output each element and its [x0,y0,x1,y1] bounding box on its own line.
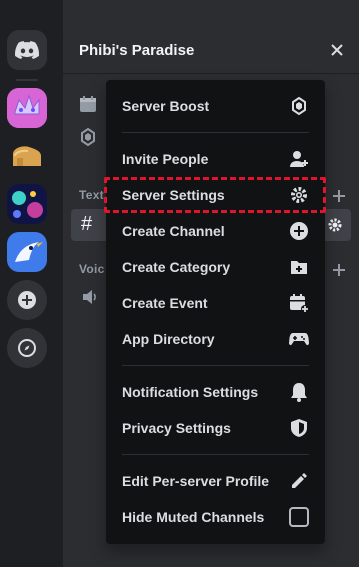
menu-item-notification-settings[interactable]: Notification Settings [114,376,317,408]
menu-separator [122,454,309,455]
server-header[interactable]: Phibi's Paradise [63,28,359,74]
server-icon-bird[interactable] [7,232,47,272]
menu-item-edit-per-server-profile[interactable]: Edit Per-server Profile [114,465,317,497]
menu-item-label: Edit Per-server Profile [122,473,270,489]
menu-item-label: Invite People [122,151,209,167]
boost-gem-icon [289,96,309,116]
menu-item-label: Privacy Settings [122,420,231,436]
shield-icon [289,418,309,438]
crown-server-image [7,88,47,128]
menu-item-privacy-settings[interactable]: Privacy Settings [114,412,317,444]
menu-item-label: Create Channel [122,223,225,239]
menu-item-app-directory[interactable]: App Directory [114,323,317,355]
menu-item-invite-people[interactable]: Invite People [114,143,317,175]
checkbox-unchecked-icon[interactable] [289,507,309,527]
menu-item-label: Hide Muted Channels [122,509,265,525]
text-channel-hash-icon: # [81,213,93,235]
add-text-channel-icon[interactable] [331,188,347,204]
menu-item-create-channel[interactable]: Create Channel [114,215,317,247]
events-calendar-icon[interactable] [79,95,97,113]
space-server-image [7,184,47,224]
category-text-label[interactable]: Text [79,188,104,202]
discord-logo-icon [15,41,39,59]
server-icon-space[interactable] [7,184,47,224]
add-voice-channel-icon[interactable] [331,262,347,278]
plus-circle-icon [289,221,309,241]
gamepad-icon [289,329,309,349]
discord-home-button[interactable] [7,30,47,70]
bird-server-image [7,232,47,272]
menu-item-create-event[interactable]: Create Event [114,287,317,319]
menu-item-label: Create Category [122,259,231,275]
server-context-menu: Server Boost Invite People Server Settin… [106,80,325,544]
server-settings-highlight [104,177,326,213]
discover-servers-button[interactable] [7,328,47,368]
calendar-add-icon [289,293,309,313]
menu-item-label: App Directory [122,331,215,347]
server-icon-crown[interactable] [7,88,47,128]
server-name: Phibi's Paradise [79,42,195,59]
menu-item-create-category[interactable]: Create Category [114,251,317,283]
server-icon-bread[interactable] [7,136,47,176]
menu-item-server-boost[interactable]: Server Boost [114,90,317,122]
pencil-icon [289,471,309,491]
channel-settings-gear-icon[interactable] [327,217,343,233]
compass-icon [18,339,36,357]
menu-item-label: Notification Settings [122,384,259,400]
discord-app: Phibi's Paradise Text # Voic Server Boos… [0,0,359,567]
menu-separator [122,132,309,133]
category-voice-label[interactable]: Voic [79,262,105,276]
rail-separator [16,79,38,81]
menu-item-label: Create Event [122,295,208,311]
menu-item-hide-muted-channels[interactable]: Hide Muted Channels [114,501,317,533]
close-icon[interactable] [327,40,347,60]
bell-icon [289,382,309,402]
add-server-button[interactable] [7,280,47,320]
menu-separator [122,365,309,366]
speaker-icon[interactable] [81,288,99,306]
menu-item-label: Server Boost [122,98,210,114]
add-folder-icon [289,257,309,277]
plus-circle-icon [18,291,36,309]
server-rail [0,0,63,567]
boost-gem-icon[interactable] [81,128,95,146]
add-person-icon [289,149,309,169]
bread-server-image [7,136,47,176]
